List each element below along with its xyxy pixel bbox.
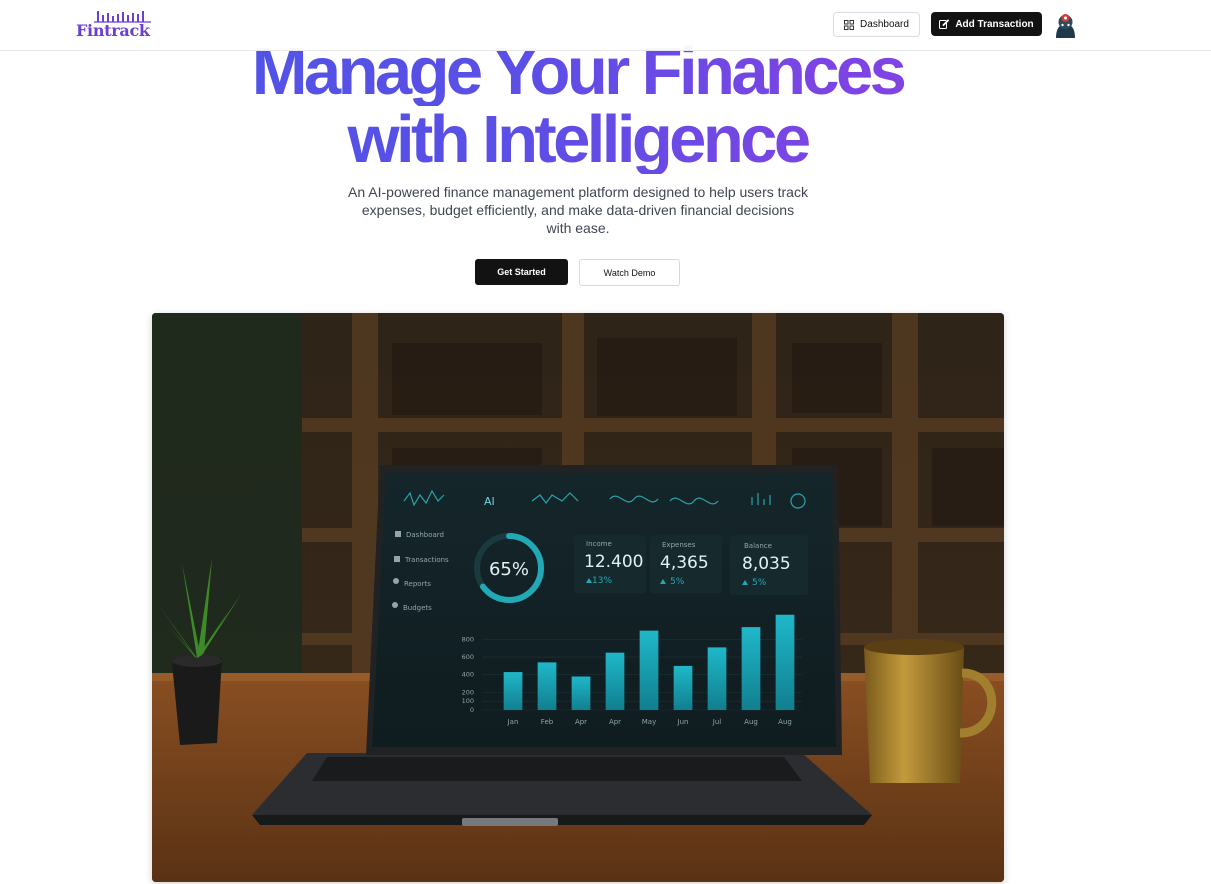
stat-change: 5% xyxy=(752,578,767,588)
x-tick-label: Jan xyxy=(507,718,519,726)
y-tick-label: 800 xyxy=(462,635,474,643)
x-tick-label: Aug xyxy=(778,718,792,726)
y-tick-label: 0 xyxy=(470,706,474,714)
chart-bar xyxy=(741,627,761,710)
hero-title-line-2: with Intelligence xyxy=(0,106,1155,174)
add-transaction-button[interactable]: Add Transaction xyxy=(931,12,1042,36)
stat-change: 13% xyxy=(592,576,612,586)
chart-bar xyxy=(673,665,693,710)
y-tick-label: 100 xyxy=(462,697,474,705)
stat-value: 12.400 xyxy=(584,552,643,572)
screen-nav-item: Reports xyxy=(404,580,431,588)
dashboard-button-label: Dashboard xyxy=(860,19,909,30)
donut-value: 65% xyxy=(489,559,529,580)
stat-cards: Income 12.400 13% Expenses 4,365 5% Bala… xyxy=(574,535,808,595)
chart-bar xyxy=(707,647,727,710)
grid-icon xyxy=(844,19,855,30)
stat-value: 4,365 xyxy=(660,553,709,573)
chart-bar xyxy=(775,614,795,710)
hero-title: Manage Your Finances with Intelligence xyxy=(0,38,1155,174)
user-avatar[interactable] xyxy=(1052,11,1079,38)
dashboard-button[interactable]: Dashboard xyxy=(833,12,920,37)
chart-bar xyxy=(605,652,625,710)
y-tick-label: 200 xyxy=(462,688,474,696)
watch-demo-button[interactable]: Watch Demo xyxy=(579,259,680,286)
stat-label: Income xyxy=(586,540,612,548)
y-tick-label: 400 xyxy=(462,671,474,679)
stat-label: Expenses xyxy=(662,541,696,549)
add-transaction-label: Add Transaction xyxy=(955,18,1034,30)
x-tick-label: Jun xyxy=(677,718,689,726)
chart-bar xyxy=(537,662,557,710)
stat-value: 8,035 xyxy=(742,554,791,574)
fintrack-logo[interactable]: Fintrack xyxy=(76,8,156,40)
x-tick-label: Jul xyxy=(712,718,722,726)
x-tick-label: Aug xyxy=(744,718,758,726)
logo-text: Fintrack xyxy=(76,21,150,40)
chart-bar xyxy=(503,672,523,710)
laptop-scene-illustration: AI Dashboard Transactions Reports Budget… xyxy=(152,313,1004,882)
x-tick-label: May xyxy=(642,718,656,726)
chart-bar xyxy=(639,630,659,710)
top-nav: Fintrack Dashboard Add Transaction xyxy=(0,0,1211,51)
y-tick-label: 600 xyxy=(462,653,474,661)
stat-label: Balance xyxy=(744,542,772,550)
get-started-button[interactable]: Get Started xyxy=(475,259,568,285)
x-tick-label: Apr xyxy=(575,718,587,726)
screen-ai-label: AI xyxy=(484,495,495,508)
hero-image: AI Dashboard Transactions Reports Budget… xyxy=(152,313,1004,882)
screen-nav-item: Dashboard xyxy=(406,531,444,539)
screen-nav-item: Budgets xyxy=(403,604,432,612)
stat-change: 5% xyxy=(670,577,685,587)
chart-bar xyxy=(571,676,591,710)
hero-subtitle: An AI-powered finance management platfor… xyxy=(348,184,808,236)
x-tick-label: Apr xyxy=(609,718,621,726)
edit-icon xyxy=(939,19,950,29)
x-tick-label: Feb xyxy=(541,718,554,726)
screen-nav-item: Transactions xyxy=(404,556,449,564)
